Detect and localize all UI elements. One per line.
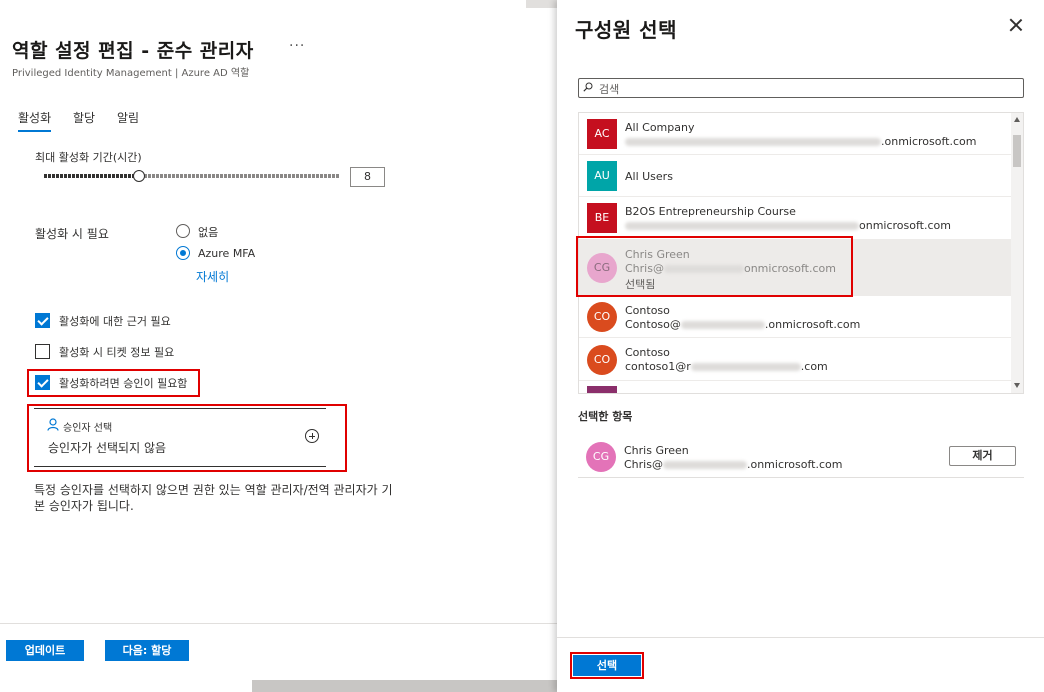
panel-footer-divider — [557, 637, 1044, 638]
page-title: 역할 설정 편집 - 준수 관리자 — [12, 40, 254, 62]
require-ticket-label: 활성화 시 티켓 정보 필요 — [59, 346, 175, 359]
avatar: CO — [587, 302, 617, 332]
duration-value-input[interactable]: 8 — [350, 167, 385, 187]
footer-divider — [0, 623, 557, 624]
member-name: Contoso — [625, 346, 670, 359]
member-name: B2OS Entrepreneurship Course — [625, 205, 796, 218]
horizontal-scrollbar[interactable] — [252, 680, 557, 692]
highlight-select-approver — [27, 404, 347, 472]
member-email: .onmicrosoft.com — [625, 135, 976, 148]
panel-title: 구성원 선택 — [575, 18, 677, 42]
scrollbar-thumb[interactable] — [1013, 135, 1021, 167]
avatar: CG — [586, 442, 616, 472]
close-icon[interactable] — [1009, 18, 1023, 32]
remove-button[interactable]: 제거 — [949, 446, 1016, 466]
list-item[interactable]: AU All Users — [579, 155, 1011, 197]
duration-slider-thumb[interactable] — [133, 170, 145, 182]
avatar-partial — [587, 386, 617, 393]
search-placeholder: 검색 — [599, 83, 620, 96]
avatar: AC — [587, 119, 617, 149]
tab-activation[interactable]: 활성화 — [18, 109, 52, 132]
tab-assignment[interactable]: 할당 — [73, 109, 95, 126]
avatar: BE — [587, 203, 617, 233]
member-email: contoso1@r .com — [625, 360, 828, 373]
member-email: Contoso@ .onmicrosoft.com — [625, 318, 861, 331]
list-item[interactable]: CO Contoso contoso1@r .com — [579, 338, 1011, 381]
list-item[interactable]: CO Contoso Contoso@ .onmicrosoft.com — [579, 296, 1011, 338]
radio-none[interactable] — [176, 224, 190, 238]
update-button[interactable]: 업데이트 — [6, 640, 84, 661]
scroll-up-icon[interactable] — [1014, 117, 1020, 122]
avatar: AU — [587, 161, 617, 191]
role-settings-blade: 역할 설정 편집 - 준수 관리자 ··· Privileged Identit… — [0, 0, 557, 692]
more-options-icon[interactable]: ··· — [289, 38, 305, 54]
tab-notification[interactable]: 알림 — [117, 109, 139, 126]
radio-azure-mfa[interactable] — [176, 246, 190, 260]
member-name: All Users — [625, 170, 673, 183]
selected-items-heading: 선택한 항목 — [578, 410, 633, 423]
next-assignment-button[interactable]: 다음: 할당 — [105, 640, 189, 661]
search-icon — [583, 82, 593, 92]
list-item[interactable]: AC All Company .onmicrosoft.com — [579, 113, 1011, 155]
select-members-panel: 구성원 선택 검색 AC All Company .onmicrosoft.co… — [557, 0, 1044, 692]
highlight-select-button — [570, 652, 644, 679]
member-list-scrollbar[interactable] — [1011, 113, 1023, 393]
require-justification-checkbox[interactable] — [35, 313, 50, 328]
blade-top-strip — [526, 0, 557, 8]
scroll-down-icon[interactable] — [1014, 383, 1020, 388]
radio-azure-mfa-label: Azure MFA — [198, 247, 256, 260]
selected-member-name: Chris Green — [624, 444, 689, 457]
avatar: CO — [587, 345, 617, 375]
max-duration-label: 최대 활성화 기간(시간) — [35, 151, 142, 164]
search-input[interactable]: 검색 — [578, 78, 1024, 98]
highlight-require-approval — [27, 369, 200, 397]
require-ticket-checkbox[interactable] — [35, 344, 50, 359]
require-on-activation-label: 활성화 시 필요 — [35, 227, 109, 241]
member-email: onmicrosoft.com — [625, 219, 951, 232]
member-name: All Company — [625, 121, 695, 134]
require-justification-label: 활성화에 대한 근거 필요 — [59, 315, 171, 328]
page-subtitle: Privileged Identity Management | Azure A… — [12, 68, 250, 79]
list-item[interactable]: BE B2OS Entrepreneurship Course onmicros… — [579, 197, 1011, 240]
radio-none-label: 없음 — [198, 226, 219, 239]
default-approver-note: 특정 승인자를 선택하지 않으면 권한 있는 역할 관리자/전역 관리자가 기본… — [34, 483, 393, 513]
selected-member-email: Chris@ .onmicrosoft.com — [624, 458, 843, 471]
learn-more-link[interactable]: 자세히 — [196, 268, 229, 285]
member-name: Contoso — [625, 304, 670, 317]
duration-slider-fill — [44, 174, 138, 178]
selected-items-divider — [578, 477, 1024, 478]
highlight-chris-green — [576, 236, 853, 297]
